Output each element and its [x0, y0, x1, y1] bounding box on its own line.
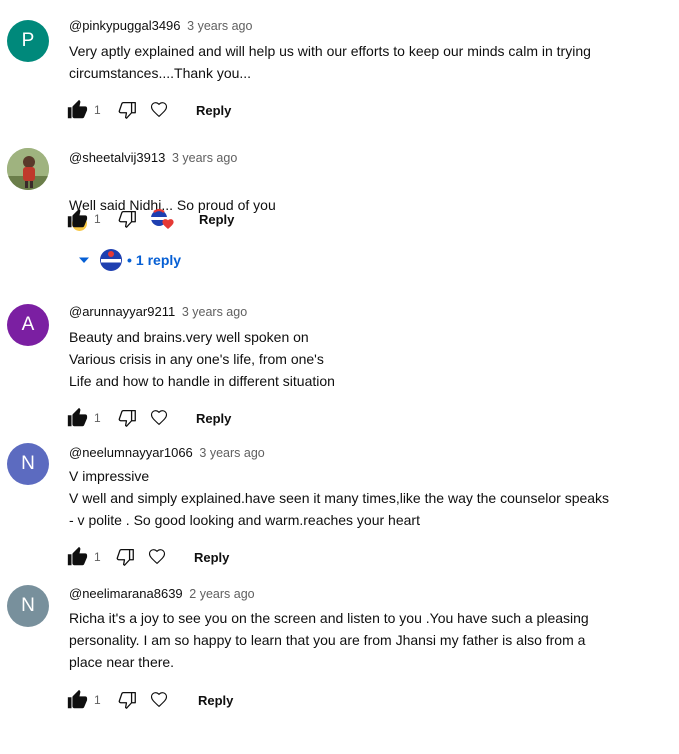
- heart-button[interactable]: [150, 691, 168, 709]
- comment-actions: 1 Reply: [66, 688, 233, 712]
- dislike-button[interactable]: [116, 208, 138, 230]
- comment-time[interactable]: 3 years ago: [172, 151, 237, 165]
- comment-author[interactable]: @arunnayyar9211: [69, 304, 175, 319]
- heart-button[interactable]: [150, 101, 168, 119]
- like-count: 1: [94, 103, 101, 117]
- comment-actions: 1 Reply: [66, 207, 234, 231]
- like-count: 1: [94, 212, 101, 226]
- comment-text: Very aptly explained and will help us wi…: [69, 43, 591, 81]
- reply-button[interactable]: Reply: [196, 103, 231, 118]
- avatar[interactable]: P: [7, 20, 49, 62]
- heart-button[interactable]: [148, 548, 166, 566]
- avatar[interactable]: N: [7, 585, 49, 627]
- thumb-up-filled-icon: [67, 208, 88, 228]
- thumb-up-filled-icon: [67, 546, 88, 566]
- dislike-button[interactable]: [116, 407, 138, 429]
- like-button[interactable]: [66, 208, 88, 230]
- like-button[interactable]: [66, 689, 88, 711]
- caret-down-icon: [79, 257, 89, 263]
- heart-button[interactable]: [150, 409, 168, 427]
- avatar[interactable]: N: [7, 443, 49, 485]
- comment-author[interactable]: @sheetalvij3913: [69, 150, 165, 165]
- creator-avatar-icon: [100, 249, 122, 271]
- comment-header: @neelumnayyar1066 3 years ago: [69, 445, 265, 460]
- thumb-up-filled-icon: [67, 689, 88, 709]
- comment-author[interactable]: @pinkypuggal3496: [69, 18, 181, 33]
- like-count: 1: [94, 693, 101, 707]
- heart-outline-icon: [150, 102, 168, 118]
- comment-text: V impressive V well and simply explained…: [69, 468, 610, 528]
- creator-heart-button[interactable]: [149, 208, 175, 230]
- comment-time[interactable]: 3 years ago: [187, 19, 252, 33]
- comment-time[interactable]: 3 years ago: [199, 446, 264, 460]
- reply-button[interactable]: Reply: [198, 693, 233, 708]
- comment-actions: 1 Reply: [66, 98, 231, 122]
- avatar[interactable]: A: [7, 304, 49, 346]
- dislike-button[interactable]: [116, 99, 138, 121]
- comment-time[interactable]: 3 years ago: [182, 305, 247, 319]
- comment-header: @arunnayyar9211 3 years ago: [69, 304, 247, 319]
- replies-count-label: 1 reply: [135, 252, 182, 268]
- like-button[interactable]: [66, 407, 88, 429]
- reply-button[interactable]: Reply: [199, 212, 234, 227]
- comment-actions: 1 Reply: [66, 406, 231, 430]
- comment-author[interactable]: @neelumnayyar1066: [69, 445, 193, 460]
- comment-text: Richa it's a joy to see you on the scree…: [69, 610, 589, 670]
- like-count: 1: [94, 411, 101, 425]
- heart-outline-icon: [150, 692, 168, 708]
- dislike-button[interactable]: [114, 546, 136, 568]
- thumb-down-icon: [118, 102, 136, 119]
- heart-outline-icon: [150, 410, 168, 426]
- reply-button[interactable]: Reply: [194, 550, 229, 565]
- like-button[interactable]: [66, 546, 88, 568]
- creator-heart-icon: [151, 208, 174, 229]
- thumb-down-icon: [118, 211, 136, 228]
- reply-button[interactable]: Reply: [196, 411, 231, 426]
- view-replies-button[interactable]: • 1 reply: [78, 247, 181, 273]
- like-button[interactable]: [66, 99, 88, 121]
- like-count: 1: [94, 550, 101, 564]
- heart-outline-icon: [148, 549, 166, 565]
- comment-text: Beauty and brains.very well spoken on Va…: [69, 329, 335, 389]
- thumb-up-filled-icon: [67, 407, 88, 427]
- comment-actions: 1 Reply: [66, 545, 229, 569]
- thumb-down-icon: [118, 410, 136, 427]
- avatar[interactable]: [7, 148, 49, 190]
- avatar-photo-icon: [7, 148, 49, 190]
- comment-author[interactable]: @neelimarana8639: [69, 586, 183, 601]
- thumb-down-icon: [118, 692, 136, 709]
- comment-header: @neelimarana8639 2 years ago: [69, 586, 255, 601]
- thumb-up-filled-icon: [67, 99, 88, 119]
- comment-header: @pinkypuggal3496 3 years ago: [69, 18, 252, 33]
- thumb-down-icon: [116, 549, 134, 566]
- comment-header: @sheetalvij3913 3 years ago: [69, 150, 237, 165]
- dislike-button[interactable]: [116, 689, 138, 711]
- comment-time[interactable]: 2 years ago: [189, 587, 254, 601]
- replies-dot: •: [127, 252, 132, 268]
